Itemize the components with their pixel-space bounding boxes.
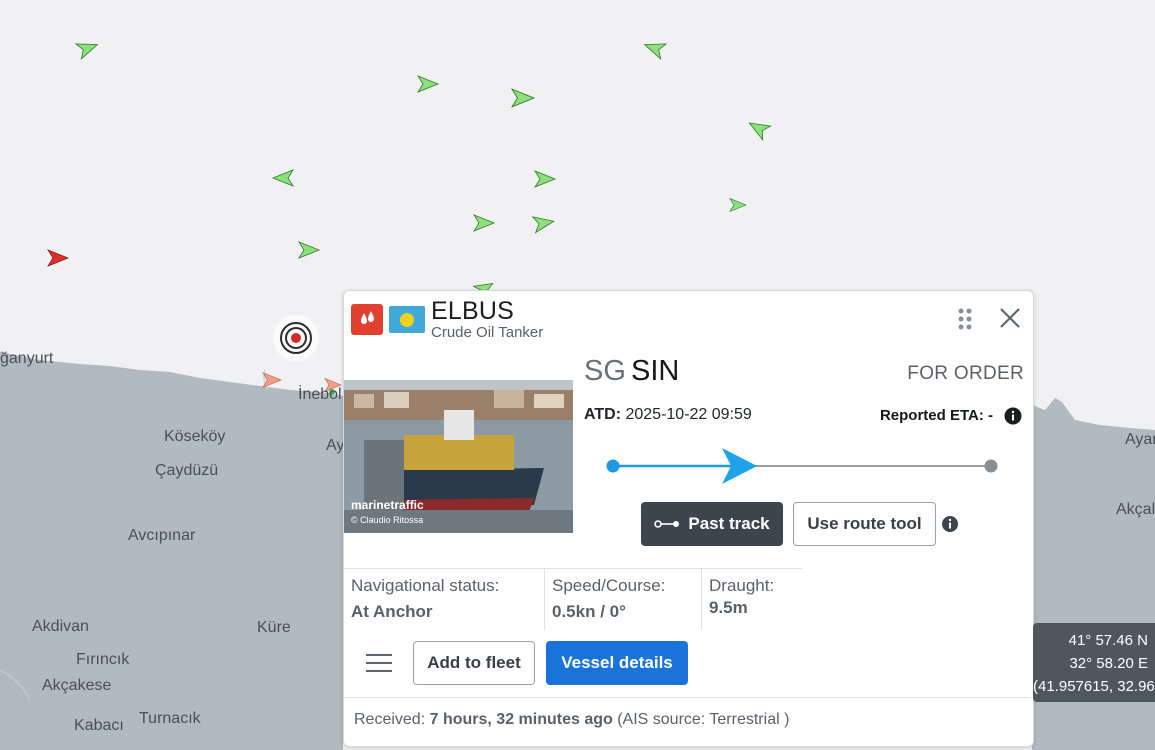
vessel-name: ELBUS: [431, 297, 514, 325]
photo-watermark: marinetraffic: [351, 498, 424, 512]
vessel-stats: Navigational status: At Anchor Speed/Cou…: [344, 568, 802, 630]
destination-port[interactable]: SIN: [631, 355, 679, 388]
route-tool-button[interactable]: Use route tool: [793, 502, 936, 546]
past-track-button[interactable]: Past track: [641, 502, 783, 546]
close-icon[interactable]: [998, 306, 1022, 330]
cursor-coordinates: 41° 57.46 N 32° 58.20 E (41.957615, 32.9…: [1033, 623, 1155, 702]
received-info: Received: 7 hours, 32 minutes ago (AIS s…: [344, 697, 1031, 745]
place-label: Küre: [257, 619, 291, 636]
place-label: Ayan: [1125, 431, 1155, 448]
destination-note: FOR ORDER: [907, 363, 1024, 384]
place-label: Akçakese: [42, 677, 112, 694]
place-label: Çaydüzü: [155, 462, 219, 479]
add-to-fleet-button[interactable]: Add to fleet: [413, 641, 535, 685]
vessel-details-button[interactable]: Vessel details: [546, 641, 688, 685]
place-label: İnebol: [298, 386, 342, 403]
place-label: Akdivan: [32, 618, 89, 635]
drag-handle-icon[interactable]: [957, 307, 973, 331]
longitude: 32° 58.20 E: [1069, 655, 1148, 672]
palau-flag-icon: [389, 306, 425, 333]
info-icon[interactable]: [941, 515, 959, 533]
place-label: Fırıncık: [76, 651, 130, 668]
selected-vessel-marker[interactable]: [273, 315, 319, 361]
place-label: Turnacık: [139, 710, 201, 727]
menu-icon[interactable]: [366, 653, 392, 673]
atd-info: ATD: 2025-10-22 09:59: [584, 406, 752, 423]
vessel-popup: ELBUS Crude Oil Tanker marinetraffic © C…: [343, 290, 1034, 747]
nav-status: Navigational status: At Anchor: [351, 576, 500, 621]
place-label: Köseköy: [164, 428, 226, 445]
place-label: ğanyurt: [0, 350, 54, 367]
destination-country-code: SG: [584, 355, 626, 387]
photo-credit: © Claudio Ritossa: [351, 515, 424, 525]
info-icon[interactable]: [1004, 407, 1022, 425]
draught: Draught: 9.5m: [709, 576, 775, 617]
vessel-type: Crude Oil Tanker: [431, 324, 544, 341]
vessel-photo[interactable]: marinetraffic © Claudio Ritossa: [344, 380, 573, 533]
reported-eta: Reported ETA: -: [879, 407, 993, 424]
place-label: Ay: [326, 437, 345, 454]
place-label: Kabacı: [74, 717, 124, 734]
route-progress: [606, 448, 998, 484]
place-label: Akçal: [1116, 501, 1155, 518]
tanker-drops-icon: [351, 304, 383, 335]
latitude: 41° 57.46 N: [1068, 632, 1148, 649]
place-label: Avcıpınar: [128, 527, 196, 544]
track-icon: [654, 520, 680, 528]
speed-course: Speed/Course: 0.5kn / 0°: [552, 576, 666, 621]
decimal-coordinates: (41.957615, 32.969927): [1033, 678, 1155, 695]
